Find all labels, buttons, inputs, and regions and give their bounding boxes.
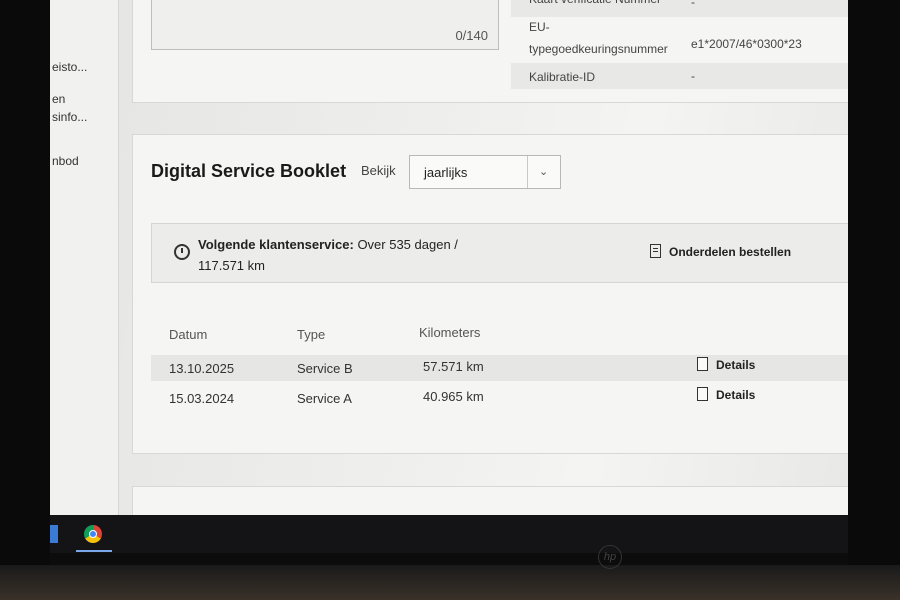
document-icon: [697, 387, 708, 401]
sidebar-item[interactable]: sinfo...: [52, 108, 87, 126]
next-service-text: Volgende klantenservice: Over 535 dagen …: [198, 234, 458, 276]
service-booklet-card: Digital Service Booklet Bekijk jaarlijks…: [132, 134, 848, 454]
row-km: 40.965 km: [423, 389, 484, 404]
chrome-icon[interactable]: [84, 525, 102, 543]
spec-label: Kalibratie-ID: [529, 70, 596, 84]
row-km: 57.571 km: [423, 359, 484, 374]
next-service-value: Over 535 dagen /: [353, 237, 458, 252]
row-date: 13.10.2025: [169, 361, 235, 376]
vehicle-info-card: 0/140 Kaart verificatie Nummer - EU- typ…: [132, 0, 848, 103]
spec-row: Kaart verificatie Nummer -: [511, 0, 848, 17]
bezel-right: [848, 0, 900, 600]
order-parts-label: Onderdelen bestellen: [669, 245, 792, 259]
taskbar-app-icon[interactable]: [50, 525, 58, 543]
hp-logo: hp: [598, 545, 622, 569]
spec-value: e1*2007/46*0300*23: [691, 37, 802, 51]
next-service-notice: Volgende klantenservice: Over 535 dagen …: [151, 223, 848, 283]
dropdown-toggle[interactable]: ⌄: [527, 156, 560, 188]
details-label: Details: [716, 358, 756, 372]
sidebar: eisto... en sinfo... nbod: [50, 0, 119, 515]
details-link[interactable]: Details: [697, 387, 755, 402]
taskbar: [50, 515, 848, 553]
details-label: Details: [716, 388, 756, 402]
spec-row: Kalibratie-ID -: [511, 63, 848, 89]
row-date: 15.03.2024: [169, 391, 235, 406]
section-title: Digital Service Booklet: [151, 161, 347, 181]
row-type: Service A: [297, 391, 352, 406]
period-select[interactable]: jaarlijks ⌄: [409, 155, 561, 189]
column-header-km: Kilometers: [419, 325, 481, 340]
main-content: 0/140 Kaart verificatie Nummer - EU- typ…: [132, 0, 848, 515]
sidebar-item[interactable]: eisto...: [52, 58, 87, 76]
desk-surface: [0, 565, 900, 600]
notes-textarea[interactable]: 0/140: [151, 0, 499, 50]
details-link[interactable]: Details: [697, 357, 755, 372]
screen: eisto... en sinfo... nbod 0/140 Kaart ve…: [50, 0, 848, 515]
spec-value: -: [691, 69, 695, 83]
active-indicator: [76, 550, 112, 552]
period-select-value: jaarlijks: [424, 165, 468, 180]
order-parts-button[interactable]: Onderdelen bestellen: [650, 244, 791, 259]
spec-label: EU-: [529, 20, 550, 34]
clock-icon: [174, 244, 190, 260]
next-service-label: Volgende klantenservice:: [198, 237, 354, 252]
spec-value: -: [691, 0, 695, 9]
row-type: Service B: [297, 361, 353, 376]
bezel-left: [0, 0, 50, 600]
sidebar-item[interactable]: nbod: [52, 152, 79, 170]
next-service-km: 117.571 km: [198, 258, 265, 273]
column-header-date: Datum: [169, 327, 208, 342]
spec-label: typegoedkeuringsnummer: [529, 42, 668, 56]
column-header-type: Type: [297, 327, 326, 342]
spec-row: EU- typegoedkeuringsnummer e1*2007/46*03…: [511, 17, 848, 63]
document-icon: [697, 357, 708, 371]
sidebar-item[interactable]: en: [52, 90, 65, 108]
char-counter: 0/140: [455, 28, 488, 43]
next-card: [132, 486, 848, 515]
parts-icon: [650, 244, 661, 258]
table-row: 15.03.2024 Service A 40.965 km Details: [151, 385, 848, 411]
spec-label: Kaart verificatie Nummer: [529, 0, 661, 9]
table-row: 13.10.2025 Service B 57.571 km Details: [151, 355, 848, 381]
chevron-down-icon: ⌄: [539, 166, 549, 178]
view-label: Bekijk: [361, 163, 396, 178]
